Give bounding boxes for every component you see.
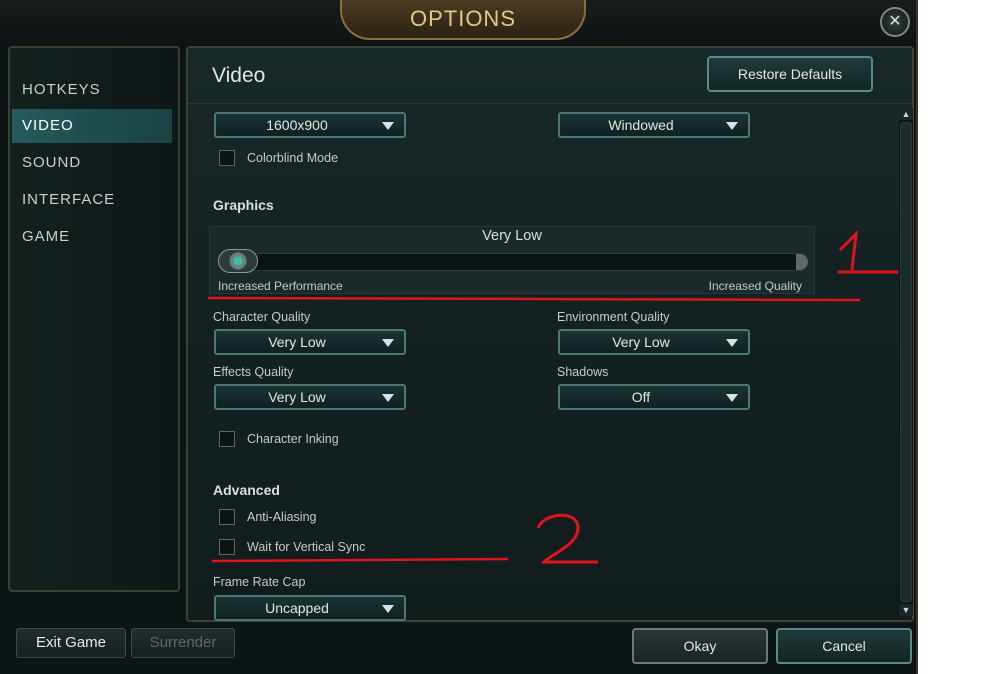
- annotation-underline-1: [207, 296, 861, 302]
- annotation-underline-2: [211, 557, 509, 563]
- annotation-overlay: [207, 229, 898, 564]
- annotation-mark-2: [536, 513, 598, 564]
- annotation-mark-1: [838, 229, 898, 274]
